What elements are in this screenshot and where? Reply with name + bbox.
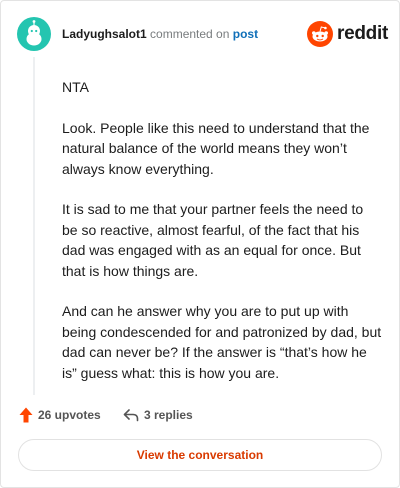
replies-count: 3 replies [144, 408, 193, 422]
comment-paragraph: Look. People like this need to understan… [62, 119, 370, 177]
reddit-wordmark: reddit [337, 23, 388, 44]
comment-header: Ladyughsalot1 commented on post reddit [17, 17, 388, 51]
post-link[interactable]: post [233, 27, 258, 41]
replies-button[interactable]: 3 replies [123, 405, 193, 425]
commented-on-text: commented on [150, 27, 230, 41]
comment-actions: 26 upvotes 3 replies [19, 405, 383, 425]
upvotes-count: 26 upvotes [38, 408, 101, 422]
upvote-button[interactable]: 26 upvotes [19, 405, 101, 425]
reddit-logo-icon [307, 21, 333, 47]
view-conversation-button[interactable]: View the conversation [18, 439, 382, 471]
thread-line [33, 57, 35, 395]
comment-paragraph: It is sad to me that your partner feels … [62, 201, 364, 279]
comment-embed-card: Ladyughsalot1 commented on post reddit N… [0, 0, 400, 488]
username-link[interactable]: Ladyughsalot1 [62, 27, 147, 41]
comment-paragraph: NTA [62, 79, 89, 95]
comment-body: NTA Look. People like this need to under… [62, 77, 382, 403]
reddit-brand[interactable]: reddit [307, 21, 388, 47]
comment-meta: Ladyughsalot1 commented on post [62, 26, 258, 42]
comment-paragraph: And can he answer why you are to put up … [62, 303, 382, 381]
snoo-avatar-icon[interactable] [17, 17, 51, 51]
upvote-arrow-icon [19, 407, 33, 423]
reply-arrow-icon [123, 409, 139, 422]
